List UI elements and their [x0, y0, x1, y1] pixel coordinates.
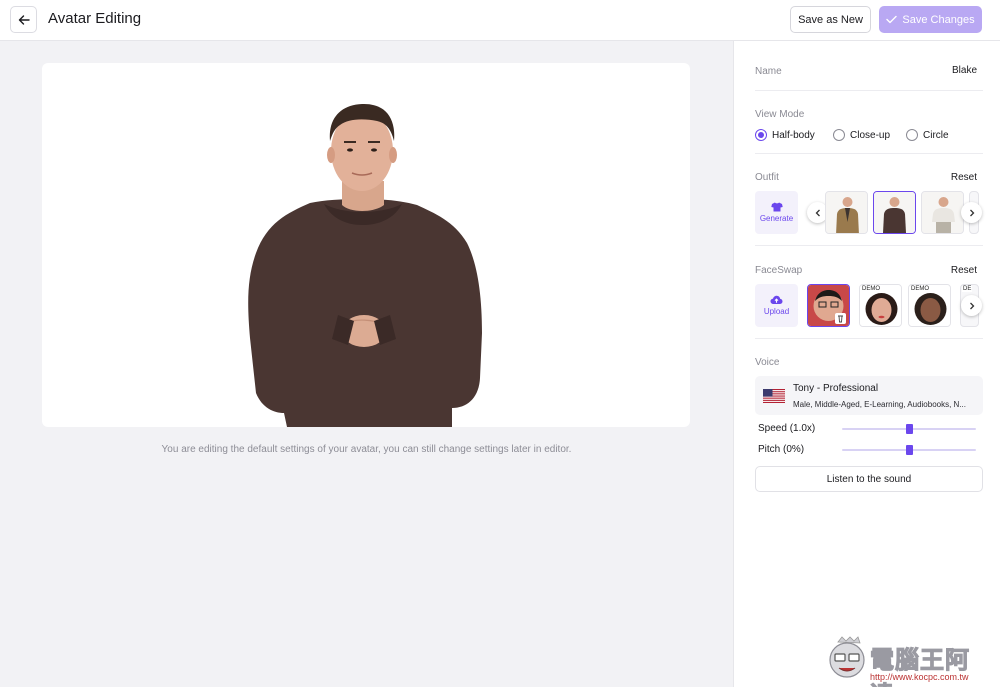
outfit-brown-sweater-image — [874, 192, 915, 233]
demo-badge: DEMO — [861, 286, 881, 292]
outfit-label: Outfit — [755, 172, 779, 183]
outfit-thumbnail-selected[interactable] — [873, 191, 916, 234]
pitch-slider[interactable] — [842, 445, 976, 455]
top-bar: Avatar Editing Save as New Save Changes — [0, 0, 1000, 41]
view-mode-half-body[interactable]: Half-body — [755, 129, 815, 141]
outfit-white-tee-image — [922, 192, 963, 233]
upload-label: Upload — [763, 307, 790, 316]
chevron-right-icon — [969, 302, 974, 309]
us-flag-icon — [763, 389, 785, 403]
speed-slider-handle[interactable] — [905, 424, 913, 434]
listen-sound-button[interactable]: Listen to the sound — [755, 466, 983, 492]
faceswap-label: FaceSwap — [755, 265, 803, 276]
radio-label: Half-body — [772, 129, 815, 141]
preview-area: You are editing the default settings of … — [0, 41, 733, 687]
save-changes-button[interactable]: Save Changes — [879, 6, 982, 33]
view-mode-close-up[interactable]: Close-up — [833, 129, 890, 141]
demo-badge: DE — [962, 286, 973, 292]
shirt-icon — [770, 202, 783, 212]
radio-icon — [833, 129, 845, 141]
page-title: Avatar Editing — [48, 10, 142, 27]
settings-panel: Name Blake View Mode Half-body Close-up … — [733, 41, 1000, 687]
speed-slider[interactable] — [842, 424, 976, 434]
arrow-left-icon — [18, 14, 30, 25]
outfit-tan-jacket-image — [826, 192, 867, 233]
radio-selected-icon — [755, 129, 767, 141]
voice-selector[interactable]: Tony - Professional Male, Middle-Aged, E… — [755, 376, 983, 415]
pitch-slider-handle[interactable] — [905, 445, 913, 455]
outfit-next-button[interactable] — [961, 202, 982, 223]
voice-description: Male, Middle-Aged, E-Learning, Audiobook… — [793, 400, 966, 409]
speed-label: Speed (1.0x) — [758, 423, 816, 434]
outfit-reset-button[interactable]: Reset — [951, 172, 977, 183]
divider — [755, 245, 983, 246]
divider — [755, 153, 983, 154]
outfit-thumbnail[interactable] — [921, 191, 964, 234]
radio-label: Close-up — [850, 129, 891, 141]
chevron-right-icon — [969, 209, 974, 216]
chevron-left-icon — [815, 209, 820, 216]
faceswap-reset-button[interactable]: Reset — [951, 265, 977, 276]
name-value[interactable]: Blake — [952, 65, 977, 76]
cloud-upload-icon — [770, 295, 783, 304]
name-label: Name — [755, 66, 782, 77]
pitch-label: Pitch (0%) — [758, 444, 805, 455]
divider — [755, 338, 983, 339]
check-icon — [886, 15, 898, 24]
demo-badge: DEMO — [910, 286, 930, 292]
face-glasses-image — [808, 285, 849, 326]
save-changes-label: Save Changes — [902, 13, 975, 26]
save-as-new-button[interactable]: Save as New — [790, 6, 871, 33]
editing-hint: You are editing the default settings of … — [161, 444, 572, 455]
watermark-url: http://www.kocpc.com.tw — [870, 672, 969, 682]
face-thumbnail-selected[interactable] — [807, 284, 850, 327]
faceswap-next-button[interactable] — [961, 295, 982, 316]
generate-outfit-button[interactable]: Generate — [755, 191, 798, 234]
radio-icon — [906, 129, 918, 141]
upload-face-button[interactable]: Upload — [755, 284, 798, 327]
outfit-thumbnail[interactable] — [825, 191, 868, 234]
divider — [755, 90, 983, 91]
generate-label: Generate — [759, 214, 794, 223]
voice-name: Tony - Professional — [793, 383, 879, 394]
view-mode-circle[interactable]: Circle — [906, 129, 949, 141]
watermark-logo: 電腦王阿達 http://www.kocpc.com.tw — [826, 636, 994, 687]
view-mode-label: View Mode — [755, 109, 805, 120]
avatar-preview — [42, 63, 690, 427]
face-thumbnail-demo[interactable]: DEMO — [859, 284, 902, 327]
mascot-icon — [829, 636, 865, 678]
radio-label: Circle — [923, 129, 949, 141]
avatar-figure — [248, 103, 482, 427]
voice-label: Voice — [755, 357, 780, 368]
back-button[interactable] — [10, 6, 37, 33]
face-thumbnail-demo[interactable]: DEMO — [908, 284, 951, 327]
